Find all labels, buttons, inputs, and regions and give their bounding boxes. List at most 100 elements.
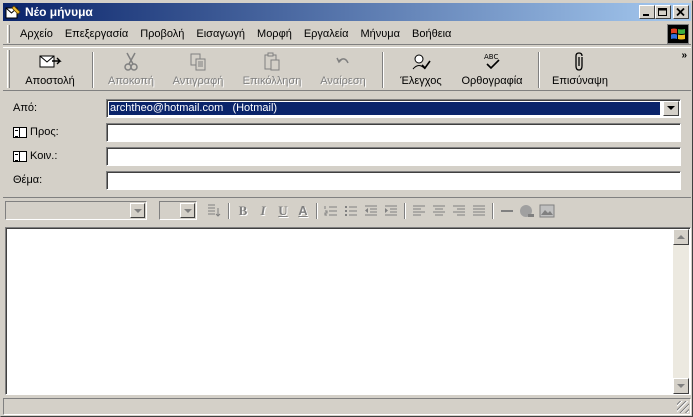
resize-grip[interactable] <box>677 401 689 413</box>
subject-field[interactable] <box>106 170 681 190</box>
decrease-indent-icon[interactable] <box>361 202 381 220</box>
message-body-editor[interactable] <box>5 227 691 395</box>
from-row: Από: archtheo@hotmail.com (Hotmail) <box>3 97 691 119</box>
from-label-text: Από: <box>13 102 38 114</box>
copy-button[interactable]: Αντιγραφή <box>162 48 234 90</box>
main-toolbar: Αποστολή Αποκοπή Αντιγραφή Επικόλληση Αν… <box>3 47 691 91</box>
menu-help[interactable]: Βοήθεια <box>406 28 457 40</box>
italic-button[interactable]: I <box>253 202 273 220</box>
numbered-list-icon[interactable] <box>321 202 341 220</box>
font-dropdown-button[interactable] <box>130 203 145 218</box>
toolbar-more-chevron[interactable]: » <box>681 50 687 61</box>
menu-bar: Αρχείο Επεξεργασία Προβολή Εισαγωγή Μορφ… <box>3 23 691 45</box>
check-label: Έλεγχος <box>400 75 442 87</box>
toolbar-grip[interactable] <box>7 50 10 88</box>
align-left-icon[interactable] <box>409 202 429 220</box>
paste-label: Επικόλληση <box>242 75 302 87</box>
spelling-button[interactable]: ABC Ορθογραφία <box>452 48 532 90</box>
copy-label: Αντιγραφή <box>172 75 224 87</box>
align-right-icon[interactable] <box>449 202 469 220</box>
send-label: Αποστολή <box>25 75 75 87</box>
subject-row: Θέμα: <box>3 169 691 191</box>
menu-tools[interactable]: Εργαλεία <box>298 28 355 40</box>
insert-picture-icon[interactable] <box>537 202 557 220</box>
format-toolbar: B I U A <box>3 197 691 223</box>
attach-button[interactable]: Επισύναψη <box>546 48 614 90</box>
send-button[interactable]: Αποστολή <box>14 48 86 90</box>
bullet-list-icon[interactable] <box>341 202 361 220</box>
cc-row: Κοιν.: <box>3 145 691 167</box>
svg-text:ABC: ABC <box>484 53 498 61</box>
cc-field[interactable] <box>106 146 681 166</box>
check-names-icon <box>409 52 433 72</box>
justify-icon[interactable] <box>469 202 489 220</box>
font-name-combo[interactable] <box>5 201 147 220</box>
chevron-down-icon <box>133 208 142 213</box>
horizontal-line-icon[interactable] <box>497 202 517 220</box>
font-color-button[interactable]: A <box>293 202 313 220</box>
scissors-icon <box>119 52 143 72</box>
to-label[interactable]: Προς: <box>13 126 59 138</box>
chevron-down-icon <box>183 208 192 213</box>
undo-icon <box>331 52 355 72</box>
menu-format[interactable]: Μορφή <box>251 28 298 40</box>
scroll-down-button[interactable] <box>673 378 689 394</box>
cut-button[interactable]: Αποκοπή <box>100 48 162 90</box>
menubar-grip[interactable] <box>7 24 10 43</box>
from-dropdown-button[interactable] <box>663 100 679 116</box>
address-book-icon <box>13 150 27 162</box>
font-size-combo[interactable] <box>159 201 197 220</box>
minimize-button[interactable] <box>639 5 655 19</box>
message-header: Από: archtheo@hotmail.com (Hotmail) Προς… <box>3 93 691 193</box>
to-label-text: Προς: <box>30 126 59 138</box>
scroll-up-button[interactable] <box>673 229 689 245</box>
underline-button[interactable]: U <box>273 202 293 220</box>
title-bar[interactable]: Νέο μήνυμα <box>3 3 691 21</box>
undo-label: Αναίρεση <box>320 75 366 87</box>
size-dropdown-button[interactable] <box>180 203 195 218</box>
attach-label: Επισύναψη <box>552 75 608 87</box>
from-label: Από: <box>13 102 37 114</box>
toolbar-separator <box>538 52 540 88</box>
compose-window: Νέο μήνυμα Αρχείο Επεξεργασία Προβολή Ει… <box>0 0 693 417</box>
check-names-button[interactable]: Έλεγχος <box>390 48 452 90</box>
spelling-label: Ορθογραφία <box>461 75 523 87</box>
menu-edit[interactable]: Επεξεργασία <box>59 28 134 40</box>
format-separator <box>492 202 494 219</box>
status-bar <box>3 398 691 415</box>
vertical-scrollbar[interactable] <box>673 229 689 394</box>
align-center-icon[interactable] <box>429 202 449 220</box>
new-message-icon <box>5 5 21 19</box>
maximize-button[interactable] <box>655 5 671 19</box>
paperclip-icon <box>568 52 592 72</box>
increase-indent-icon[interactable] <box>381 202 401 220</box>
close-icon <box>676 7 685 16</box>
menu-message[interactable]: Μήνυμα <box>355 28 407 40</box>
subject-label-text: Θέμα: <box>13 174 43 186</box>
cc-label[interactable]: Κοιν.: <box>13 150 57 162</box>
menu-file[interactable]: Αρχείο <box>14 28 59 40</box>
to-row: Προς: <box>3 121 691 143</box>
close-button[interactable] <box>673 5 689 19</box>
window-title: Νέο μήνυμα <box>25 5 93 19</box>
from-selected-value: archtheo@hotmail.com (Hotmail) <box>108 100 661 116</box>
subject-label: Θέμα: <box>13 174 42 186</box>
menu-insert[interactable]: Εισαγωγή <box>190 28 251 40</box>
paste-icon <box>260 52 284 72</box>
copy-icon <box>186 52 210 72</box>
minimize-icon <box>643 13 649 16</box>
menu-view[interactable]: Προβολή <box>134 28 190 40</box>
to-field[interactable] <box>106 122 681 142</box>
undo-button[interactable]: Αναίρεση <box>310 48 376 90</box>
format-separator <box>228 202 230 219</box>
paste-button[interactable]: Επικόλληση <box>234 48 310 90</box>
paragraph-style-icon[interactable] <box>205 202 225 220</box>
maximize-icon <box>658 7 667 16</box>
toolbar-separator <box>92 52 94 88</box>
bold-button[interactable]: B <box>233 202 253 220</box>
spelling-icon: ABC <box>480 52 504 72</box>
format-separator <box>404 202 406 219</box>
send-icon <box>38 52 62 72</box>
from-account-select[interactable]: archtheo@hotmail.com (Hotmail) <box>106 98 681 118</box>
hyperlink-icon[interactable] <box>517 202 537 220</box>
